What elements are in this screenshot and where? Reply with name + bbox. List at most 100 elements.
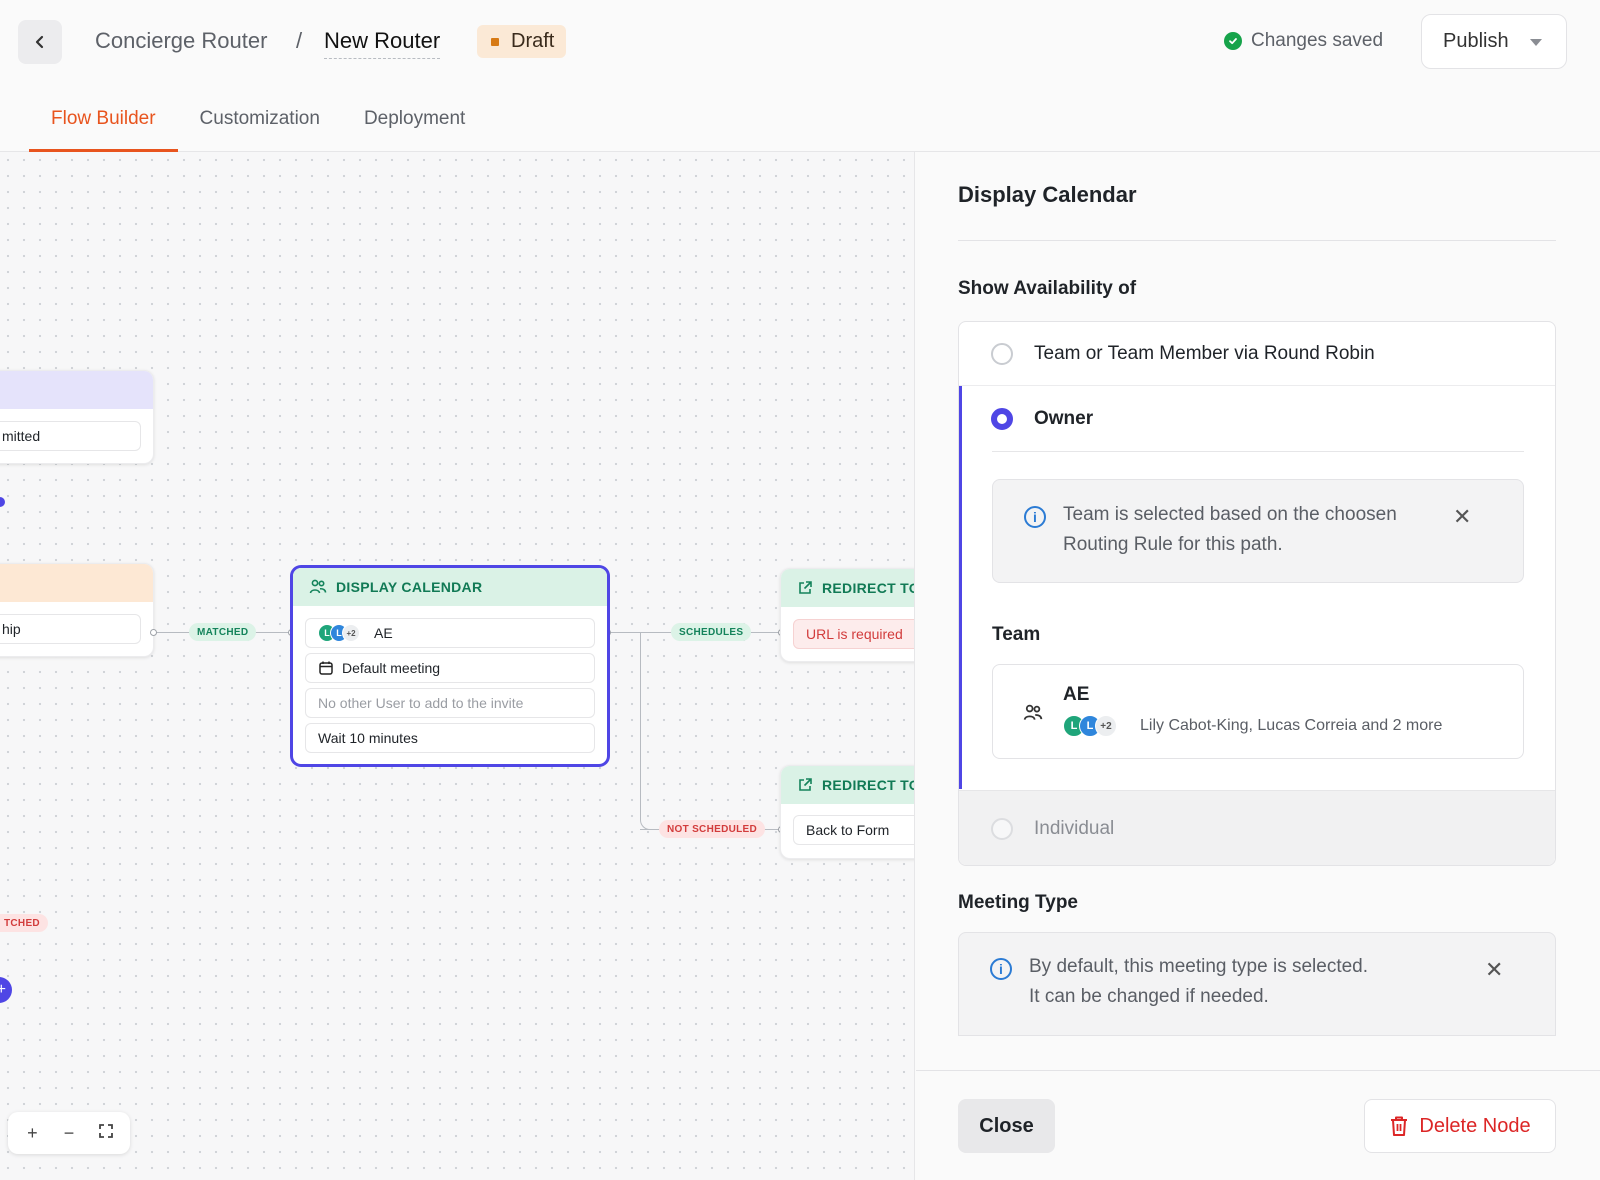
check-circle-icon [1224, 32, 1242, 50]
partial-trigger-node[interactable]: mitted [0, 370, 154, 464]
team-name: AE [374, 625, 393, 641]
tab-flow-builder[interactable]: Flow Builder [29, 100, 178, 152]
node-header [0, 371, 153, 409]
breadcrumb-separator: / [296, 28, 303, 53]
node-row: mitted [0, 421, 141, 451]
option-round-robin[interactable]: Team or Team Member via Round Robin [959, 322, 1555, 386]
info-icon: i [1024, 506, 1046, 528]
draft-status-icon [491, 37, 499, 46]
node-row-text: hip [2, 621, 21, 637]
publish-button-label: Publish [1443, 30, 1509, 52]
external-link-icon [799, 581, 812, 594]
panel-title: Display Calendar [958, 182, 1137, 207]
meeting-info-banner: i By default, this meeting type is selec… [958, 932, 1556, 1036]
meeting-name: Default meeting [342, 660, 441, 676]
status-badge: Draft [477, 25, 567, 58]
avatar-more: +2 [1095, 715, 1117, 737]
avatar-group: L L +2 [1063, 715, 1117, 737]
status-badge-label: Draft [511, 30, 555, 52]
zoom-controls: + − [8, 1112, 130, 1154]
team-icon [1023, 704, 1043, 720]
router-name[interactable]: New Router [324, 28, 441, 59]
team-card-name: AE [1063, 684, 1090, 705]
edge-label-schedules: SCHEDULES [671, 623, 752, 641]
team-row[interactable]: L L +2 AE [305, 618, 595, 648]
other-users-row[interactable]: No other User to add to the invite [305, 688, 595, 718]
node-settings-panel: Display Calendar Show Availability of Te… [916, 152, 1600, 1180]
node-title: REDIRECT TO [822, 777, 915, 793]
node-header: DISPLAY CALENDAR [293, 568, 607, 606]
node-title: DISPLAY CALENDAR [336, 579, 483, 595]
edge-label-matched: MATCHED [189, 623, 257, 641]
option-owner[interactable]: Owner [959, 386, 1555, 452]
availability-options: Team or Team Member via Round Robin Owne… [958, 321, 1556, 866]
redirect-node-top[interactable]: REDIRECT TO URL is required [780, 568, 915, 662]
wait-text: Wait 10 minutes [318, 730, 418, 746]
divider [992, 451, 1524, 452]
redirect-target-row[interactable]: Back to Form [793, 815, 914, 845]
tab-bar: Flow Builder Customization Deployment [29, 100, 487, 152]
meeting-row[interactable]: Default meeting [305, 653, 595, 683]
wait-row[interactable]: Wait 10 minutes [305, 723, 595, 753]
top-header: Concierge Router / New Router Draft Chan… [0, 0, 1600, 152]
redirect-url-error[interactable]: URL is required [793, 619, 914, 649]
tab-customization[interactable]: Customization [178, 100, 342, 152]
delete-node-label: Delete Node [1419, 1114, 1531, 1137]
fit-view-button[interactable] [92, 1123, 120, 1144]
zoom-in-button[interactable]: + [18, 1123, 46, 1144]
edge-label-not-matched: TCHED [0, 914, 48, 932]
meeting-info-line2: It can be changed if needed. [1029, 986, 1269, 1007]
avatar-group: L L +2 [318, 624, 360, 642]
flow-canvas[interactable]: mitted hip MATCHED SCHEDULES NOT SCHEDUL… [0, 152, 915, 1180]
option-label: Individual [1034, 817, 1115, 839]
availability-label: Show Availability of [958, 278, 1137, 299]
save-status-label: Changes saved [1251, 30, 1384, 51]
other-users-placeholder: No other User to add to the invite [318, 695, 524, 711]
add-node-button[interactable]: + [0, 977, 12, 1003]
publish-button[interactable]: Publish [1421, 14, 1567, 69]
node-header [0, 564, 153, 602]
zoom-out-button[interactable]: − [55, 1123, 83, 1144]
edge-label-not-scheduled: NOT SCHEDULED [659, 820, 766, 838]
owner-info-banner: i Team is selected based on the choosen … [992, 479, 1524, 583]
redirect-target: Back to Form [806, 822, 890, 838]
close-icon[interactable]: ✕ [1485, 955, 1503, 985]
meeting-type-label: Meeting Type [958, 892, 1078, 913]
delete-node-button[interactable]: Delete Node [1364, 1099, 1556, 1153]
back-button[interactable] [18, 20, 62, 64]
edge-line [640, 632, 641, 817]
close-button[interactable]: Close [958, 1099, 1055, 1153]
breadcrumb-parent[interactable]: Concierge Router [95, 28, 267, 54]
chevron-down-icon [1530, 39, 1542, 46]
close-icon[interactable]: ✕ [1453, 502, 1471, 532]
divider [958, 240, 1556, 241]
team-members: Lily Cabot-King, Lucas Correia and 2 mor… [1140, 717, 1443, 734]
tab-deployment[interactable]: Deployment [342, 100, 487, 152]
radio-round-robin[interactable] [991, 342, 1013, 365]
radio-individual[interactable] [991, 817, 1013, 840]
partial-router-node[interactable]: hip [0, 563, 154, 657]
node-row: hip [0, 614, 141, 644]
avatar-more: +2 [342, 624, 360, 642]
node-header: REDIRECT TO [781, 569, 915, 607]
option-label: Team or Team Member via Round Robin [1034, 342, 1375, 364]
team-card[interactable]: AE L L +2 Lily Cabot-King, Lucas Correia… [992, 664, 1524, 759]
owner-info-text: Team is selected based on the choosen Ro… [1063, 504, 1397, 555]
team-icon [309, 579, 327, 594]
edge-line [620, 632, 640, 633]
node-header: REDIRECT TO [781, 766, 915, 804]
option-individual[interactable]: Individual [959, 790, 1555, 865]
display-calendar-node[interactable]: DISPLAY CALENDAR L L +2 AE Default meeti… [291, 566, 609, 766]
option-label: Owner [1034, 408, 1094, 429]
team-label: Team [992, 624, 1041, 645]
connection-handle[interactable] [0, 497, 5, 507]
meeting-info-line1: By default, this meeting type is selecte… [1029, 956, 1369, 977]
info-icon: i [990, 958, 1012, 980]
redirect-node-bottom[interactable]: REDIRECT TO Back to Form [780, 765, 915, 859]
chevron-left-icon [35, 35, 44, 49]
radio-owner[interactable] [991, 408, 1013, 430]
node-row-text: mitted [2, 428, 41, 444]
fullscreen-icon [98, 1123, 113, 1138]
node-title: REDIRECT TO [822, 580, 915, 596]
panel-footer: Close Delete Node [916, 1070, 1600, 1180]
